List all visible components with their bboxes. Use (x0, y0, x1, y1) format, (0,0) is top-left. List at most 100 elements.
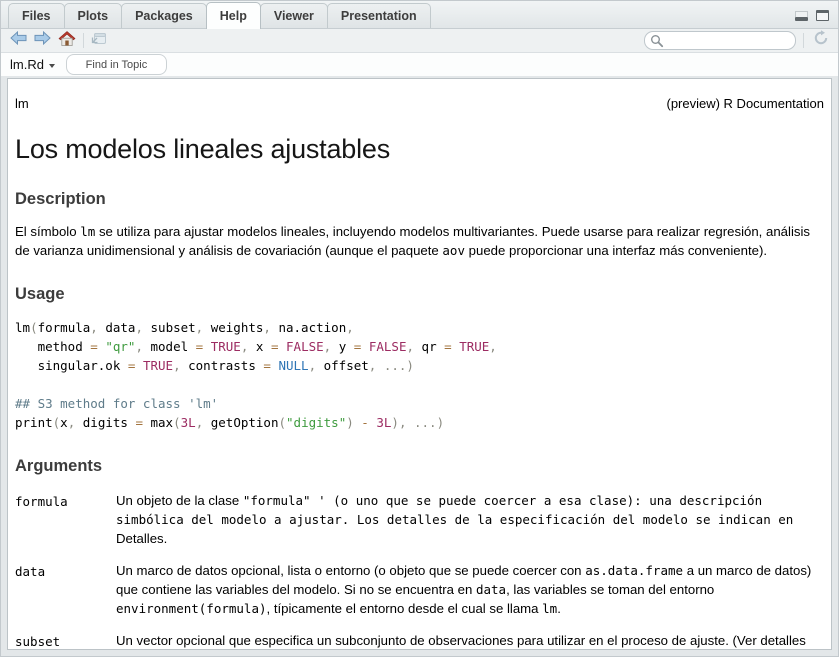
argument-term: formula (15, 491, 116, 548)
text-segment: getOption (211, 415, 279, 430)
forward-button[interactable] (34, 31, 51, 51)
text-segment: qr (422, 339, 445, 354)
text-segment: subset (151, 320, 196, 335)
show-in-new-window-button[interactable] (91, 31, 107, 51)
text-segment: , (68, 415, 83, 430)
usage-code-block: lm(formula, data, subset, weights, na.ac… (15, 318, 824, 432)
code-line: ## S3 method for class 'lm' (15, 394, 824, 413)
text-segment: . (557, 601, 561, 616)
maximize-pane-icon[interactable] (816, 10, 829, 21)
pane-window-controls (795, 10, 829, 21)
text-segment: 3L (181, 415, 196, 430)
section-heading-usage: Usage (15, 285, 824, 304)
text-segment: = (135, 415, 143, 430)
help-content: lm (preview) R Documentation Los modelos… (7, 78, 832, 650)
text-segment: Un marco de datos opcional, lista o ento… (116, 563, 585, 578)
tab-plots[interactable]: Plots (64, 3, 123, 28)
text-segment: Un vector opcional que especifica un sub… (116, 633, 806, 650)
text-segment: , (173, 358, 188, 373)
text-segment: method (15, 339, 90, 354)
find-in-topic-input[interactable] (66, 54, 167, 75)
text-segment: max (143, 415, 173, 430)
text-segment: , (196, 320, 211, 335)
code-line: print(x, digits = max(3L, getOption("dig… (15, 413, 824, 432)
argument-term: data (15, 561, 116, 618)
refresh-icon (813, 30, 829, 51)
text-segment: = (263, 358, 271, 373)
text-segment: y (339, 339, 354, 354)
text-segment: TRUE (459, 339, 489, 354)
text-segment: x (60, 415, 68, 430)
text-segment: , típicamente el entorno desde el cual s… (267, 601, 543, 616)
text-segment: puede proporcionar una interfaz más conv… (465, 243, 767, 258)
help-search (644, 31, 796, 50)
back-button[interactable] (10, 31, 27, 51)
code-line: lm(formula, data, subset, weights, na.ac… (15, 318, 824, 337)
text-segment: NULL (278, 358, 308, 373)
text-segment (135, 358, 143, 373)
text-segment (203, 339, 211, 354)
text-segment: x (256, 339, 271, 354)
text-segment: Detalles. (116, 531, 167, 546)
home-button[interactable] (58, 31, 76, 51)
text-segment: data (105, 320, 135, 335)
back-arrow-icon (10, 31, 27, 50)
code-line: method = "qr", model = TRUE, x = FALSE, … (15, 337, 824, 356)
text-segment: lm (15, 320, 30, 335)
toolbar-separator (803, 33, 804, 48)
tab-help[interactable]: Help (206, 2, 261, 29)
popout-window-icon (91, 32, 107, 50)
text-segment: na.action (278, 320, 346, 335)
text-segment: print (15, 415, 53, 430)
section-heading-description: Description (15, 190, 824, 209)
text-segment: aov (442, 243, 465, 258)
text-segment: ), ...) (391, 415, 444, 430)
text-segment: lm (542, 601, 557, 616)
text-segment: TRUE (211, 339, 241, 354)
topic-file-dropdown[interactable]: lm.Rd (10, 57, 55, 72)
text-segment: 3L (376, 415, 391, 430)
text-segment: formula (38, 320, 91, 335)
text-segment (278, 339, 286, 354)
text-segment: offset (324, 358, 369, 373)
argument-row: formulaUn objeto de la clase "formula" '… (15, 491, 824, 548)
topic-file-label: lm.Rd (10, 57, 44, 72)
tab-packages[interactable]: Packages (121, 3, 207, 28)
home-icon (58, 31, 76, 51)
text-segment: ( (173, 415, 181, 430)
text-segment (361, 339, 369, 354)
text-segment: , (489, 339, 497, 354)
text-segment: , (406, 339, 421, 354)
text-segment: ## S3 method for class 'lm' (15, 396, 218, 411)
text-segment: , ...) (369, 358, 414, 373)
text-segment: data (476, 582, 506, 597)
text-segment: ( (278, 415, 286, 430)
search-icon (650, 34, 664, 48)
text-segment: as.data.frame (585, 563, 683, 578)
refresh-button[interactable] (813, 31, 829, 51)
text-segment: El símbolo (15, 224, 80, 239)
text-segment: digits (83, 415, 136, 430)
text-segment: , (309, 358, 324, 373)
minimize-pane-icon[interactable] (795, 11, 808, 21)
text-segment: model (151, 339, 196, 354)
chevron-down-icon (49, 64, 55, 68)
tab-presentation[interactable]: Presentation (327, 3, 431, 28)
text-segment: - (361, 415, 369, 430)
argument-row: subsetUn vector opcional que especifica … (15, 631, 824, 650)
text-segment: = (90, 339, 98, 354)
search-input[interactable] (644, 31, 796, 50)
help-pane: Files Plots Packages Help Viewer Present… (0, 0, 839, 657)
text-segment: contrasts (188, 358, 263, 373)
text-segment: FALSE (286, 339, 324, 354)
topic-bar: lm.Rd (1, 53, 838, 76)
tab-files[interactable]: Files (8, 3, 65, 28)
text-segment: , las variables se toman del entorno (506, 582, 714, 597)
text-segment: "qr" (105, 339, 135, 354)
text-segment: , (90, 320, 105, 335)
description-paragraph: El símbolo lm se utiliza para ajustar mo… (15, 222, 824, 260)
text-segment: singular.ok (15, 358, 128, 373)
argument-term: subset (15, 631, 116, 650)
code-line: singular.ok = TRUE, contrasts = NULL, of… (15, 356, 824, 375)
tab-viewer[interactable]: Viewer (260, 3, 328, 28)
